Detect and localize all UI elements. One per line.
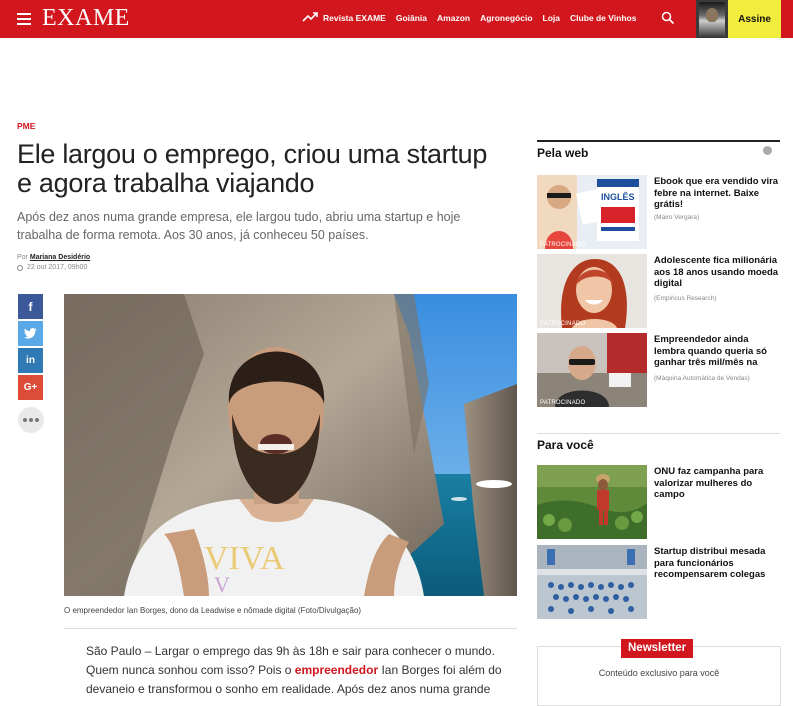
sponsored-label: PATROCINADO [540,321,586,327]
sponsored-thumbnail: PATROCINADO [537,333,647,407]
recommended-card[interactable]: Startup distribui mesada para funcionári… [537,545,781,619]
main-nav: Revista EXAME Goiânia Amazon Agronegócio… [323,13,636,23]
dot-icon [29,418,33,422]
share-facebook-button[interactable]: f [18,294,43,319]
article-hero-image: VIVA V [64,294,517,596]
share-linkedin-button[interactable]: in [18,348,43,373]
byline-prefix: Por [17,254,28,261]
sponsored-card[interactable]: PATROCINADO Empreendedor ainda lembra qu… [537,333,781,407]
sponsor-info-icon[interactable] [763,146,772,155]
divider [64,628,517,629]
nav-revista-exame[interactable]: Revista EXAME [323,13,386,23]
article-body-paragraph: São Paulo – Largar o emprego das 9h às 1… [86,642,506,699]
facebook-icon: f [28,299,33,314]
googleplus-icon: G+ [23,382,38,393]
recommended-thumbnail [537,465,647,539]
clock-icon [17,264,23,271]
exame-logo[interactable]: EXAME [42,5,130,32]
dot-icon [35,418,39,422]
svg-text:V: V [214,572,230,596]
article-dek: Após dez anos numa grande empresa, ele l… [17,210,461,242]
article-headline: Ele largou o emprego, criou uma startup … [17,139,488,198]
hero-photo-illustration: VIVA V [64,294,517,596]
para-voce-title: Para você [537,438,594,452]
woman-portrait-image [537,254,647,328]
team-photo-image [537,545,647,619]
menu-icon[interactable] [17,13,31,25]
newsletter-label: Newsletter [621,639,694,658]
svg-text:INGLÊS: INGLÊS [601,191,635,202]
card-source: (Máquina Automática de Vendas) [654,375,750,382]
share-twitter-button[interactable] [18,321,43,346]
para-voce-heading: Para você [537,433,780,452]
card-source: (Empiricus Research) [654,295,717,302]
byline: Por Mariana Desidério [17,254,90,261]
recommended-thumbnail [537,545,647,619]
nav-amazon[interactable]: Amazon [437,13,470,23]
farm-image [537,465,647,539]
sponsored-card[interactable]: PATROCINADO Adolescente fica milionária … [537,254,781,328]
author-link[interactable]: Mariana Desidério [30,254,90,261]
sponsored-thumbnail: INGLÊS PATROCINADO [537,175,647,249]
card-title[interactable]: Ebook que era vendido vira febre na inte… [654,176,780,211]
card-title[interactable]: Empreendedor ainda lembra quando queria … [654,334,780,369]
dot-icon [23,418,27,422]
nav-agronegocio[interactable]: Agronegócio [480,13,532,23]
article-section-kicker[interactable]: PME [17,121,35,131]
top-navigation-bar: EXAME Revista EXAME Goiânia Amazon Agron… [0,0,793,38]
search-icon[interactable] [661,11,675,25]
card-title[interactable]: ONU faz campanha para valorizar mulheres… [654,466,780,501]
card-title[interactable]: Adolescente fica milionária aos 18 anos … [654,255,780,290]
share-googleplus-button[interactable]: G+ [18,375,43,400]
publish-date-text: 22 out 2017, 09h00 [27,264,88,271]
subscribe-button[interactable]: Assine [728,0,781,38]
more-share-options-button[interactable] [18,407,44,433]
pela-web-heading: Pela web [537,140,780,160]
nav-loja[interactable]: Loja [543,13,560,23]
card-title[interactable]: Startup distribui mesada para funcionári… [654,546,780,581]
sponsored-thumbnail: PATROCINADO [537,254,647,328]
sponsored-label: PATROCINADO [540,400,586,406]
publish-date: 22 out 2017, 09h00 [17,264,87,271]
sponsored-label: PATROCINADO [540,242,586,248]
body-link-empreendedor[interactable]: empreendedor [295,663,378,677]
sponsored-card[interactable]: INGLÊS PATROCINADO Ebook que era vendido… [537,175,781,249]
image-caption: O empreendedor Ian Borges, dono da Leadw… [64,606,362,615]
entrepreneur-image [537,333,647,407]
card-source: (Mairo Vergara) [654,214,700,221]
magazine-cover-thumbnail[interactable] [696,0,728,38]
recommended-card[interactable]: ONU faz campanha para valorizar mulheres… [537,465,781,539]
newsletter-subtitle: Conteúdo exclusivo para você [598,668,720,678]
nav-clube-de-vinhos[interactable]: Clube de Vinhos [570,13,636,23]
pela-web-title: Pela web [537,146,589,160]
trending-icon [302,12,318,22]
nav-goiania[interactable]: Goiânia [396,13,427,23]
ebook-promo-image: INGLÊS [537,175,647,249]
linkedin-icon: in [26,355,35,366]
twitter-icon [24,328,37,339]
